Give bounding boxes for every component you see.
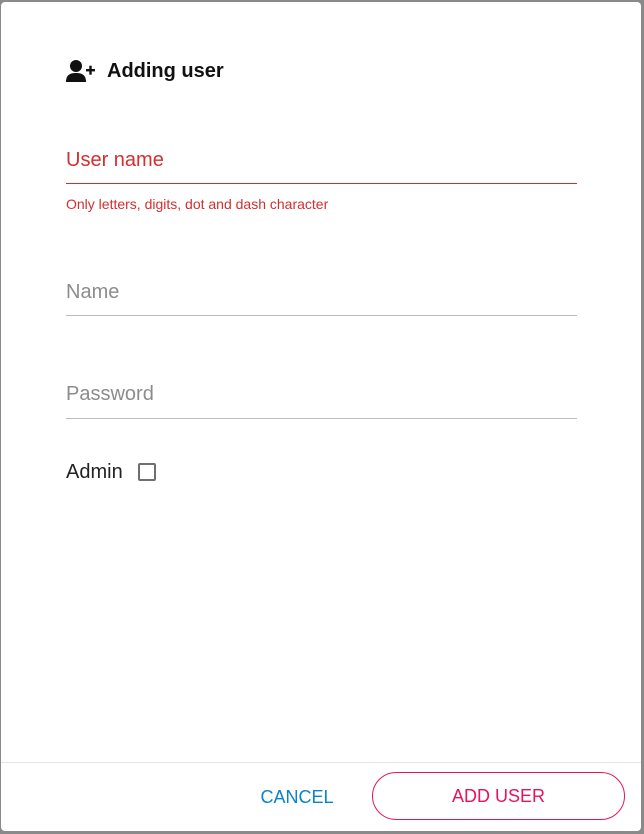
add-user-dialog: Adding user Only letters, digits, dot an…	[1, 2, 641, 831]
add-user-button[interactable]: ADD USER	[372, 772, 625, 820]
username-field: Only letters, digits, dot and dash chara…	[66, 145, 577, 212]
password-input[interactable]	[66, 379, 577, 409]
password-underline	[66, 418, 577, 419]
user-plus-icon	[66, 59, 96, 83]
footer-divider	[1, 762, 641, 763]
dialog-title: Adding user	[107, 59, 224, 82]
admin-checkbox[interactable]	[137, 463, 156, 481]
admin-label: Admin	[66, 460, 123, 483]
password-field	[66, 379, 577, 419]
name-input[interactable]	[66, 277, 577, 307]
username-underline	[66, 183, 577, 184]
dialog-header: Adding user	[66, 57, 224, 85]
username-error-text: Only letters, digits, dot and dash chara…	[66, 196, 329, 212]
name-field	[66, 277, 577, 316]
name-underline	[66, 315, 577, 316]
admin-row: Admin	[66, 458, 156, 486]
cancel-button[interactable]: CANCEL	[249, 774, 345, 820]
username-input[interactable]	[66, 145, 577, 175]
